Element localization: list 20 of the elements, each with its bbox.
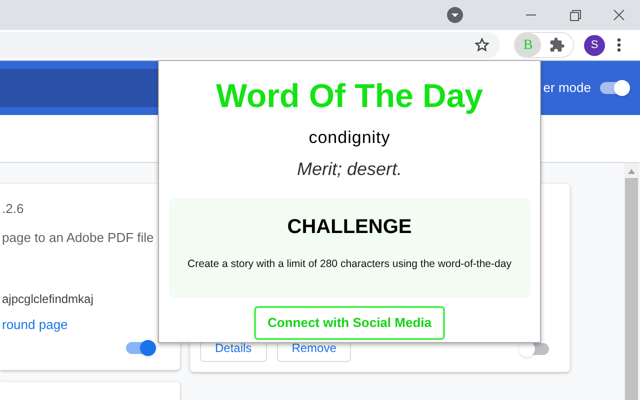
star-icon[interactable] [474, 37, 490, 53]
toggle-switch[interactable] [598, 78, 630, 98]
popup-title: Word Of The Day [216, 76, 484, 116]
challenge-text: Create a story with a limit of 280 characters using the word-of-the-day [188, 257, 512, 272]
word-text: condignity [308, 126, 390, 148]
card-text: ajpcglclefindmkaj [2, 291, 94, 308]
profile-avatar[interactable]: S [584, 34, 605, 56]
definition-text: Merit; desert. [296, 158, 402, 181]
menu-icon[interactable] [617, 38, 621, 52]
restore-icon[interactable] [570, 10, 581, 20]
card-text: page to an Adobe PDF file [2, 228, 155, 247]
mode-label: er mode [543, 79, 591, 98]
scrollbar[interactable] [624, 163, 639, 400]
card-text: .2.6 [2, 200, 25, 218]
background-page-link[interactable]: round page [2, 317, 68, 332]
dropdown-icon[interactable] [447, 7, 463, 23]
challenge-title: CHALLENGE [287, 215, 412, 240]
toggle-switch[interactable] [124, 338, 156, 358]
close-icon[interactable] [613, 9, 625, 21]
puzzle-icon[interactable] [549, 37, 565, 53]
